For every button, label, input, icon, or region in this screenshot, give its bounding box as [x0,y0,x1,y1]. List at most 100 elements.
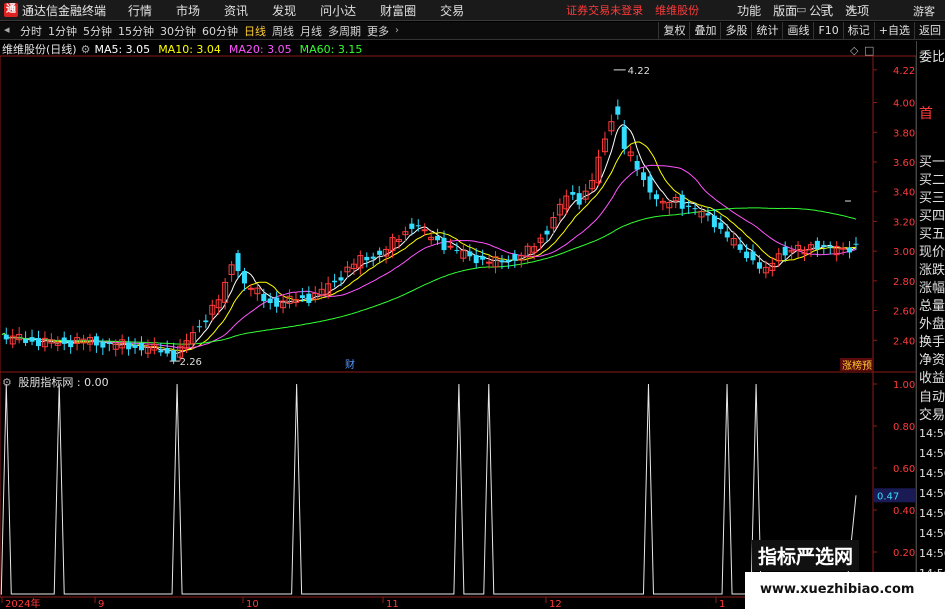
candle-body [274,297,280,307]
candle-body [409,223,415,229]
candle-body [782,246,788,256]
period-more[interactable]: 更多 [367,23,389,39]
ma-legend: 维维股份(日线) ⚙ MA5: 3.05 MA10: 3.04 MA20: 3.… [2,42,370,57]
minimize-icon[interactable]: ▭ [796,3,806,16]
candle-body [267,298,273,304]
restore-icon[interactable]: ❐ [821,3,831,16]
close-icon[interactable]: ✕ [846,3,855,16]
period-weekly[interactable]: 周线 [272,23,294,39]
ma20-line [1,164,857,349]
tool-overlay[interactable]: 叠加 [689,22,720,40]
menu-item-discover[interactable]: 发现 [272,2,296,19]
candle-body [840,247,847,250]
period-1min[interactable]: 1分钟 [48,23,77,39]
tool-f10[interactable]: F10 [813,22,842,40]
candle-body [821,244,827,247]
high-price-label: 4.22 [628,66,650,77]
stock-name-top: 维维股份 [655,4,700,17]
candle-body [196,326,202,328]
candle-body [570,192,576,195]
tool-multi-stock[interactable]: 多股 [720,22,751,40]
indicator-line [0,383,857,595]
guest-label[interactable]: 游客 [913,3,935,19]
x-tick-label: 1 [719,599,725,609]
settings-icon[interactable]: ⚙ [81,43,91,56]
low-price-label: 2.26 [180,357,202,368]
watermark-url: www.xuezhibiao.com [760,582,915,597]
side-time: 14:56 [919,447,945,460]
candle-body [364,256,370,261]
candle-body [435,235,441,241]
candle-body [338,277,344,281]
chevron-right-icon[interactable]: › [395,25,399,36]
indicator-legend: ⚙ 股朋指标网 : 0.00 [2,374,109,390]
indicator-tick-label: 0.60 [893,464,915,475]
side-label-earnings: 收益 [919,371,945,386]
ma60-label: MA60: 3.15 [299,42,363,56]
menu-item-wealth[interactable]: 财富圈 [380,2,416,19]
side-label-auto: 自动 [919,390,945,405]
indicator-tick-label: 1.00 [893,380,915,391]
candle-body [132,344,138,348]
tool-draw[interactable]: 画线 [782,22,813,40]
diamond-icon[interactable]: ◇ [850,44,858,57]
quote-side-panel: 委比 首 买一 买二 买三 买四 买五 现价 涨跌 涨幅 总量 外盘 换手 净资… [916,41,945,609]
period-multi[interactable]: 多周期 [328,23,361,39]
candle-body [653,194,659,200]
candle-body [447,245,454,248]
indicator-settings-icon[interactable]: ⚙ [2,376,12,389]
tool-back[interactable]: 返回 [914,22,945,40]
candle-body [247,287,254,290]
candle-body [299,295,305,298]
ma60-line [1,207,857,345]
price-tick-label: 4.22 [893,66,915,77]
period-15min[interactable]: 15分钟 [118,23,154,39]
period-5min[interactable]: 5分钟 [83,23,112,39]
candle-body [705,213,711,216]
menu-layout[interactable]: 版面 [773,2,797,19]
candle-body [23,338,29,343]
candle-body [421,229,428,232]
candle-body [750,251,756,261]
side-label-price: 现价 [919,245,945,260]
candle-body [473,255,479,264]
side-label-bid-ratio: 委比 [919,50,945,65]
candle-body [441,237,447,251]
period-60min[interactable]: 60分钟 [202,23,238,39]
menu-item-trade[interactable]: 交易 [440,2,464,19]
side-label-buy3: 买三 [919,191,945,206]
menu-item-market[interactable]: 市场 [176,2,200,19]
candle-body [679,194,685,209]
period-30min[interactable]: 30分钟 [160,23,196,39]
candle-body [724,231,730,238]
candle-body [3,334,9,340]
candle-body [235,253,241,272]
tool-adjust[interactable]: 复权 [658,22,689,40]
toolbar-toggle-icon[interactable]: ◂ [4,23,10,36]
kline-chart[interactable]: 4.22 4.00 3.80 3.60 3.40 3.20 3.00 2.80 2.60 2.40… [0,41,945,609]
period-toolbar: ◂ 分时 1分钟 5分钟 15分钟 30分钟 60分钟 日线 周线 月线 多周期… [0,22,945,40]
tool-mark[interactable]: 标记 [842,22,874,40]
expand-icon[interactable]: □ [864,44,874,57]
app-title: 通达信金融终端 [22,3,107,18]
candle-body [615,106,621,115]
menu-item-ask[interactable]: 问小达 [320,2,356,19]
menu-function[interactable]: 功能 [737,2,761,19]
period-intraday[interactable]: 分时 [20,23,42,39]
menu-item-quotes[interactable]: 行情 [128,2,152,19]
menu-item-news[interactable]: 资讯 [224,2,248,19]
period-daily[interactable]: 日线 [244,23,266,39]
side-time: 14:56 [919,527,945,540]
candle-body [505,260,511,262]
app-logo-icon: 通 [4,3,18,17]
candle-body [814,240,820,250]
candle-body [241,271,247,284]
candle-body [100,342,106,348]
tool-add-watchlist[interactable]: +自选 [873,22,914,40]
side-label-turnover: 换手 [919,335,945,350]
side-time: 14:56 [919,487,945,500]
login-status[interactable]: 证券交易未登录 [566,2,643,18]
tool-stats[interactable]: 统计 [751,22,782,40]
price-tick-label: 2.60 [893,307,915,318]
period-monthly[interactable]: 月线 [300,23,322,39]
